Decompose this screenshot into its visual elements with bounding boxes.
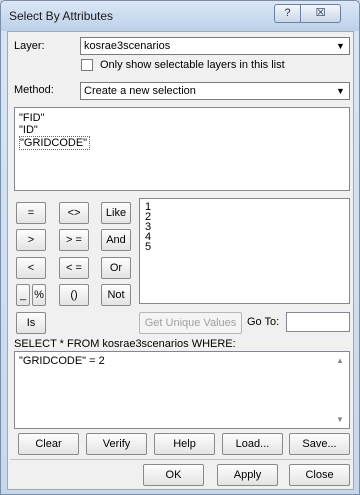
divider <box>10 459 351 460</box>
load-button[interactable]: Load... <box>222 433 283 455</box>
expression-textarea[interactable]: "GRIDCODE" = 2 ▲ ▼ <box>14 351 350 429</box>
unique-value-item[interactable]: 2 <box>145 212 344 223</box>
close-icon[interactable]: ☒ <box>300 4 341 23</box>
greater-equal-button[interactable]: > = <box>59 229 89 251</box>
close-button[interactable]: Close <box>289 464 350 486</box>
title-bar[interactable]: Select By Attributes ? ☒ <box>1 1 359 31</box>
sql-prefix-label: SELECT * FROM kosrae3scenarios WHERE: <box>14 338 236 350</box>
verify-button[interactable]: Verify <box>86 433 147 455</box>
like-button[interactable]: Like <box>101 202 131 224</box>
layer-value: kosrae3scenarios <box>84 40 171 52</box>
save-button[interactable]: Save... <box>289 433 350 455</box>
underscore-button[interactable]: _ <box>16 284 30 306</box>
unique-values-list[interactable]: 1 2 3 4 5 <box>139 198 350 304</box>
method-value: Create a new selection <box>84 85 196 97</box>
fields-list[interactable]: "FID" "ID" "GRIDCODE" <box>14 107 350 191</box>
not-button[interactable]: Not <box>101 284 131 306</box>
percent-button[interactable]: % <box>32 284 46 306</box>
field-item[interactable]: "ID" <box>19 124 345 136</box>
is-button[interactable]: Is <box>16 312 46 334</box>
only-selectable-label: Only show selectable layers in this list <box>100 59 285 71</box>
method-label: Method: <box>14 84 54 96</box>
unique-value-item[interactable]: 3 <box>145 222 344 233</box>
ok-button[interactable]: OK <box>143 464 204 486</box>
window-title: Select By Attributes <box>9 9 114 23</box>
dialog-body: Layer: kosrae3scenarios ▼ Only show sele… <box>7 31 354 490</box>
get-unique-values-button[interactable]: Get Unique Values <box>139 312 242 334</box>
scroll-up-icon[interactable]: ▲ <box>333 356 347 365</box>
layer-dropdown[interactable]: kosrae3scenarios ▼ <box>80 37 350 55</box>
select-by-attributes-dialog: Select By Attributes ? ☒ Layer: kosrae3s… <box>0 0 360 495</box>
go-to-label: Go To: <box>247 316 280 328</box>
unique-value-item[interactable]: 5 <box>145 242 344 253</box>
expression-text: "GRIDCODE" = 2 <box>19 355 105 367</box>
help-button[interactable]: Help <box>154 433 215 455</box>
not-equal-button[interactable]: <> <box>59 202 89 224</box>
field-item[interactable]: "FID" <box>19 112 345 124</box>
scroll-down-icon[interactable]: ▼ <box>333 415 347 424</box>
less-equal-button[interactable]: < = <box>59 257 89 279</box>
chevron-down-icon: ▼ <box>336 86 345 96</box>
apply-button[interactable]: Apply <box>217 464 278 486</box>
method-dropdown[interactable]: Create a new selection ▼ <box>80 82 350 100</box>
unique-value-item[interactable]: 1 <box>145 202 344 213</box>
field-item[interactable]: "GRIDCODE" <box>19 136 91 150</box>
less-button[interactable]: < <box>16 257 46 279</box>
equals-button[interactable]: = <box>16 202 46 224</box>
unique-value-item[interactable]: 4 <box>145 232 344 243</box>
layer-label: Layer: <box>14 40 45 52</box>
or-button[interactable]: Or <box>101 257 131 279</box>
chevron-down-icon: ▼ <box>336 41 345 51</box>
and-button[interactable]: And <box>101 229 131 251</box>
greater-button[interactable]: > <box>16 229 46 251</box>
parens-button[interactable]: () <box>59 284 89 306</box>
clear-button[interactable]: Clear <box>18 433 79 455</box>
go-to-input[interactable] <box>286 312 350 332</box>
help-icon[interactable]: ? <box>274 4 301 23</box>
only-selectable-checkbox[interactable] <box>81 59 93 71</box>
